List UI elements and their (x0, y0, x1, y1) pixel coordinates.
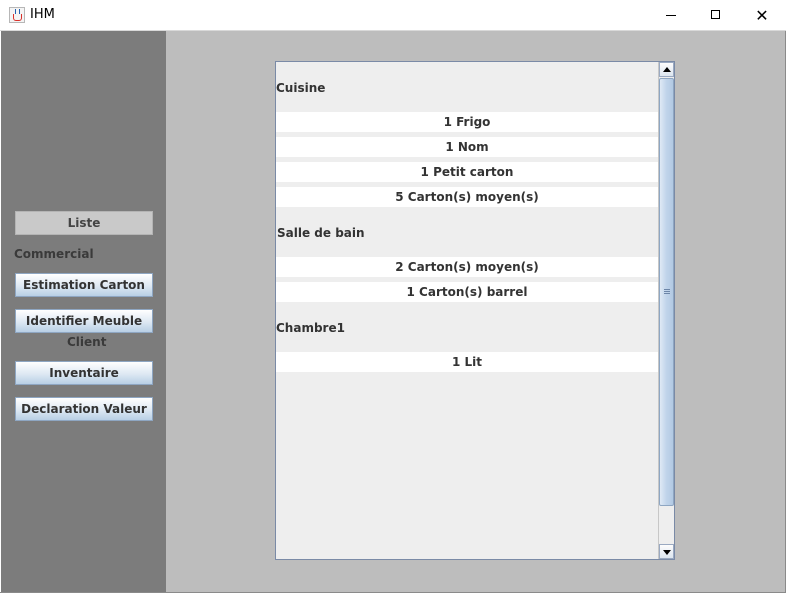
grip-icon (664, 289, 670, 290)
inventory-list: Cuisine 1 Frigo 1 Nom 1 Petit carton 5 C… (276, 62, 658, 559)
list-item: 2 Carton(s) moyen(s) (276, 257, 658, 277)
category-cuisine: Cuisine (276, 81, 326, 95)
scroll-up-button[interactable] (659, 62, 674, 77)
liste-button[interactable]: Liste (15, 211, 153, 235)
scroll-down-button[interactable] (659, 544, 674, 559)
vertical-scrollbar[interactable] (658, 62, 674, 559)
window-title: IHM (30, 7, 55, 22)
list-item: 1 Petit carton (276, 162, 658, 182)
title-bar: IHM ✕ (0, 0, 786, 31)
close-button[interactable]: ✕ (739, 0, 785, 31)
category-chambre1: Chambre1 (276, 321, 345, 335)
sidebar: Liste Commercial Estimation Carton Ident… (1, 31, 166, 592)
arrow-down-icon (663, 550, 671, 555)
inventory-scroll-pane[interactable]: Cuisine 1 Frigo 1 Nom 1 Petit carton 5 C… (275, 61, 675, 560)
list-item: 1 Frigo (276, 112, 658, 132)
arrow-up-icon (663, 67, 671, 72)
list-item: 1 Carton(s) barrel (276, 282, 658, 302)
category-salle-de-bain: Salle de bain (277, 226, 365, 240)
commercial-label: Commercial (14, 247, 94, 261)
client-label: Client (67, 335, 107, 349)
identifier-meuble-button[interactable]: Identifier Meuble (15, 309, 153, 333)
scrollbar-thumb[interactable] (659, 78, 674, 506)
list-item: 5 Carton(s) moyen(s) (276, 187, 658, 207)
declaration-valeur-button[interactable]: Declaration Valeur (15, 397, 153, 421)
java-cup-icon (9, 7, 25, 23)
list-item: 1 Lit (276, 352, 658, 372)
minimize-button[interactable] (648, 0, 694, 31)
estimation-carton-button[interactable]: Estimation Carton (15, 273, 153, 297)
list-item: 1 Nom (276, 137, 658, 157)
inventaire-button[interactable]: Inventaire (15, 361, 153, 385)
maximize-button[interactable] (693, 0, 739, 31)
